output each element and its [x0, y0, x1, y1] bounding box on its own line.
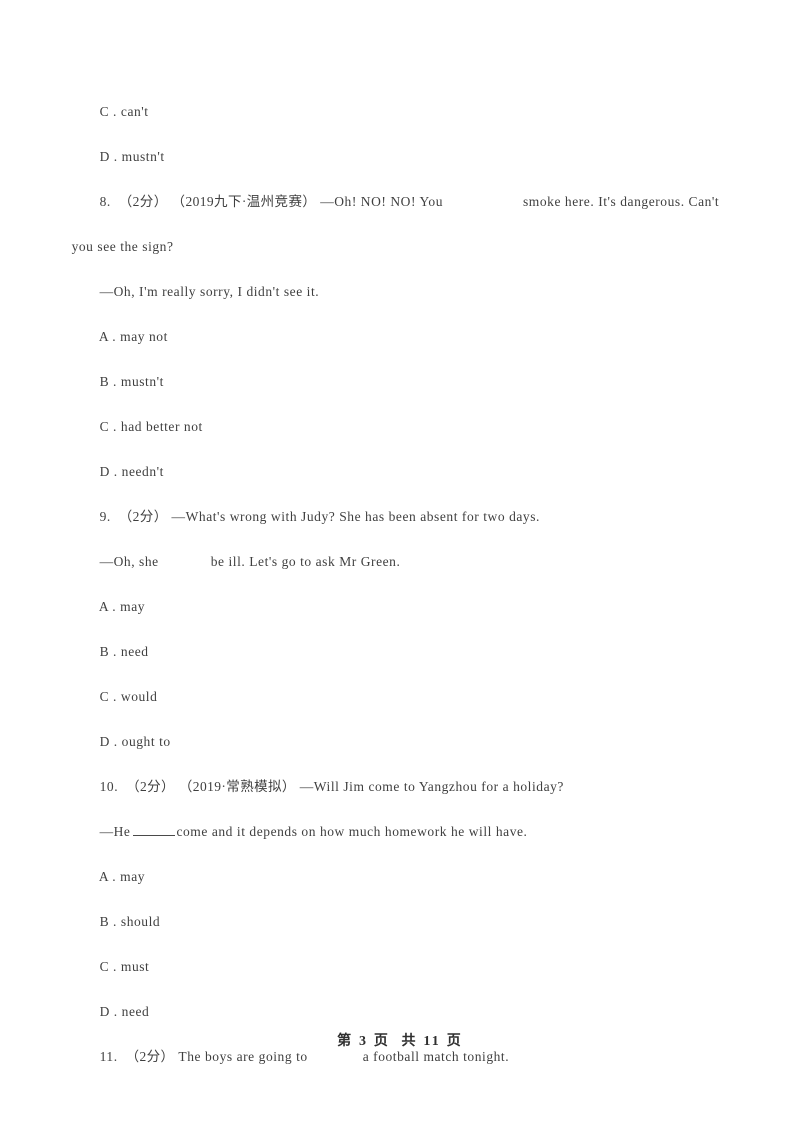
q11-number: 11.: [99, 1049, 118, 1064]
option-row: D . need: [48, 944, 754, 1019]
question-reply-q10: —He come and it depends on how much homew…: [48, 764, 754, 839]
option-row: A . may: [48, 539, 754, 614]
page-footer: 第 3 页 共 11 页: [337, 1034, 463, 1049]
option-row: D . needn't: [48, 404, 754, 479]
q11-stem-before-blank: The boys are going to: [178, 1049, 308, 1064]
option-row: B . should: [48, 854, 754, 929]
question-reply-q8: —Oh, I'm really sorry, I didn't see it.: [48, 224, 754, 299]
q11-space-1: [118, 1049, 126, 1064]
q11-answer-blank: [308, 1060, 363, 1061]
question-stem-q10: 10. （2分） （2019·常熟模拟） —Will Jim come to Y…: [48, 719, 754, 794]
option-row: D . ought to: [48, 674, 754, 749]
option-row: A . may not: [48, 269, 754, 344]
question-reply-q9: —Oh, she be ill. Let's go to ask Mr Green…: [48, 494, 754, 569]
option-row: B . need: [48, 584, 754, 659]
page-content: C . can't D . mustn't 8. （2分） （2019九下·温州…: [48, 44, 754, 1064]
option-row: C . must: [48, 899, 754, 974]
q11-stem-after-blank: a football match tonight.: [362, 1049, 510, 1064]
q11-marks: （2分）: [125, 1049, 175, 1064]
exam-page: C . can't D . mustn't 8. （2分） （2019九下·温州…: [0, 0, 800, 1132]
question-stem-q9: 9. （2分） —What's wrong with Judy? She has…: [48, 449, 754, 524]
option-row: C . had better not: [48, 359, 754, 434]
question-stem-q11: 11. （2分） The boys are going to a football…: [48, 989, 754, 1064]
option-row: D . mustn't: [48, 89, 754, 164]
option-row: B . mustn't: [48, 314, 754, 389]
option-row: C . can't: [48, 44, 754, 119]
question-stem-q8-continued: you see the sign?: [48, 179, 754, 254]
option-row: A . may: [48, 809, 754, 884]
question-stem-q8: 8. （2分） （2019九下·温州竞赛） —Oh! NO! NO! You sm…: [48, 134, 754, 209]
option-row: C . would: [48, 629, 754, 704]
